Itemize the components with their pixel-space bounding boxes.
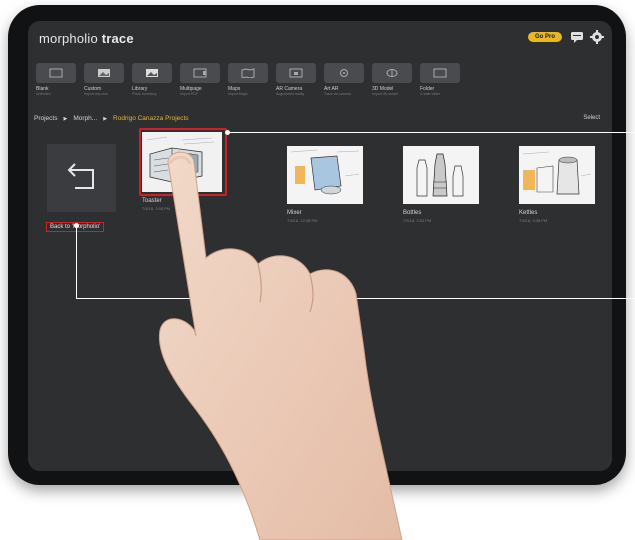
tool-sublabel: Create folder xyxy=(420,92,441,96)
kettles-sketch-icon xyxy=(519,146,595,204)
project-card-kettles[interactable]: Kettles 7/5/18, 3:38 PM xyxy=(519,146,595,223)
breadcrumb-morpholio[interactable]: Morph... xyxy=(73,115,97,122)
chat-icon[interactable] xyxy=(570,30,584,44)
new-canvas-toolbar: Blank Unlimited Custom Import any size L… xyxy=(36,63,460,103)
gear-icon[interactable] xyxy=(590,30,604,44)
chevron-right-icon: ▶ xyxy=(63,115,68,122)
breadcrumb-current: Rodrigo Canazza Projects xyxy=(113,115,189,122)
breadcrumb: Projects ▶ Morph... ▶ Rodrigo Canazza Pr… xyxy=(34,115,189,122)
go-pro-button[interactable]: Go Pro xyxy=(527,32,562,42)
tool-sublabel: Import Maps xyxy=(228,92,248,96)
tool-blank[interactable]: Blank Unlimited xyxy=(36,63,76,103)
tool-ar-camera[interactable]: AR Camera Augmented reality xyxy=(276,63,316,103)
library-image-icon xyxy=(132,63,172,83)
3d-model-icon xyxy=(372,63,412,83)
breadcrumb-projects[interactable]: Projects xyxy=(34,115,57,122)
chevron-right-icon: ▶ xyxy=(103,115,108,122)
tool-sublabel: Photo Inventory xyxy=(132,92,157,96)
art-ar-icon xyxy=(324,63,364,83)
tool-art-ar[interactable]: Art AR Trace via camera xyxy=(324,63,364,103)
tool-sublabel: Import any size xyxy=(84,92,108,96)
tool-sublabel: Import PDF xyxy=(180,92,198,96)
custom-image-icon xyxy=(84,63,124,83)
app-logo: morpholio trace xyxy=(39,31,134,46)
logo-text-1: morpholio xyxy=(39,31,98,46)
blank-icon xyxy=(36,63,76,83)
back-arrow-icon xyxy=(67,163,94,189)
tool-folder[interactable]: Folder Create folder xyxy=(420,63,460,103)
tool-maps[interactable]: Maps Import Maps xyxy=(228,63,268,103)
select-button[interactable]: Select xyxy=(583,115,600,121)
tool-sublabel: Trace via camera xyxy=(324,92,351,96)
pointing-hand-icon xyxy=(158,151,403,540)
callout-line-toaster xyxy=(228,132,635,133)
tool-multipage[interactable]: Multipage Import PDF xyxy=(180,63,220,103)
project-date: 7/5/18, 3:38 PM xyxy=(519,218,548,223)
back-tile[interactable] xyxy=(47,144,116,212)
project-name: Kettles xyxy=(519,210,538,216)
map-icon xyxy=(228,63,268,83)
tool-sublabel: Unlimited xyxy=(36,92,51,96)
project-thumbnail xyxy=(519,146,595,204)
tool-sublabel: Import 3D model xyxy=(372,92,398,96)
tool-library[interactable]: Library Photo Inventory xyxy=(132,63,172,103)
logo-text-2: trace xyxy=(101,31,134,46)
tool-3d-model[interactable]: 3D Model Import 3D model xyxy=(372,63,412,103)
folder-icon xyxy=(420,63,460,83)
callout-line-back-vertical xyxy=(76,226,77,299)
top-bar: morpholio trace Go Pro xyxy=(28,21,612,55)
ar-camera-icon xyxy=(276,63,316,83)
multipage-icon xyxy=(180,63,220,83)
tool-sublabel: Augmented reality xyxy=(276,92,305,96)
tool-custom[interactable]: Custom Import any size xyxy=(84,63,124,103)
